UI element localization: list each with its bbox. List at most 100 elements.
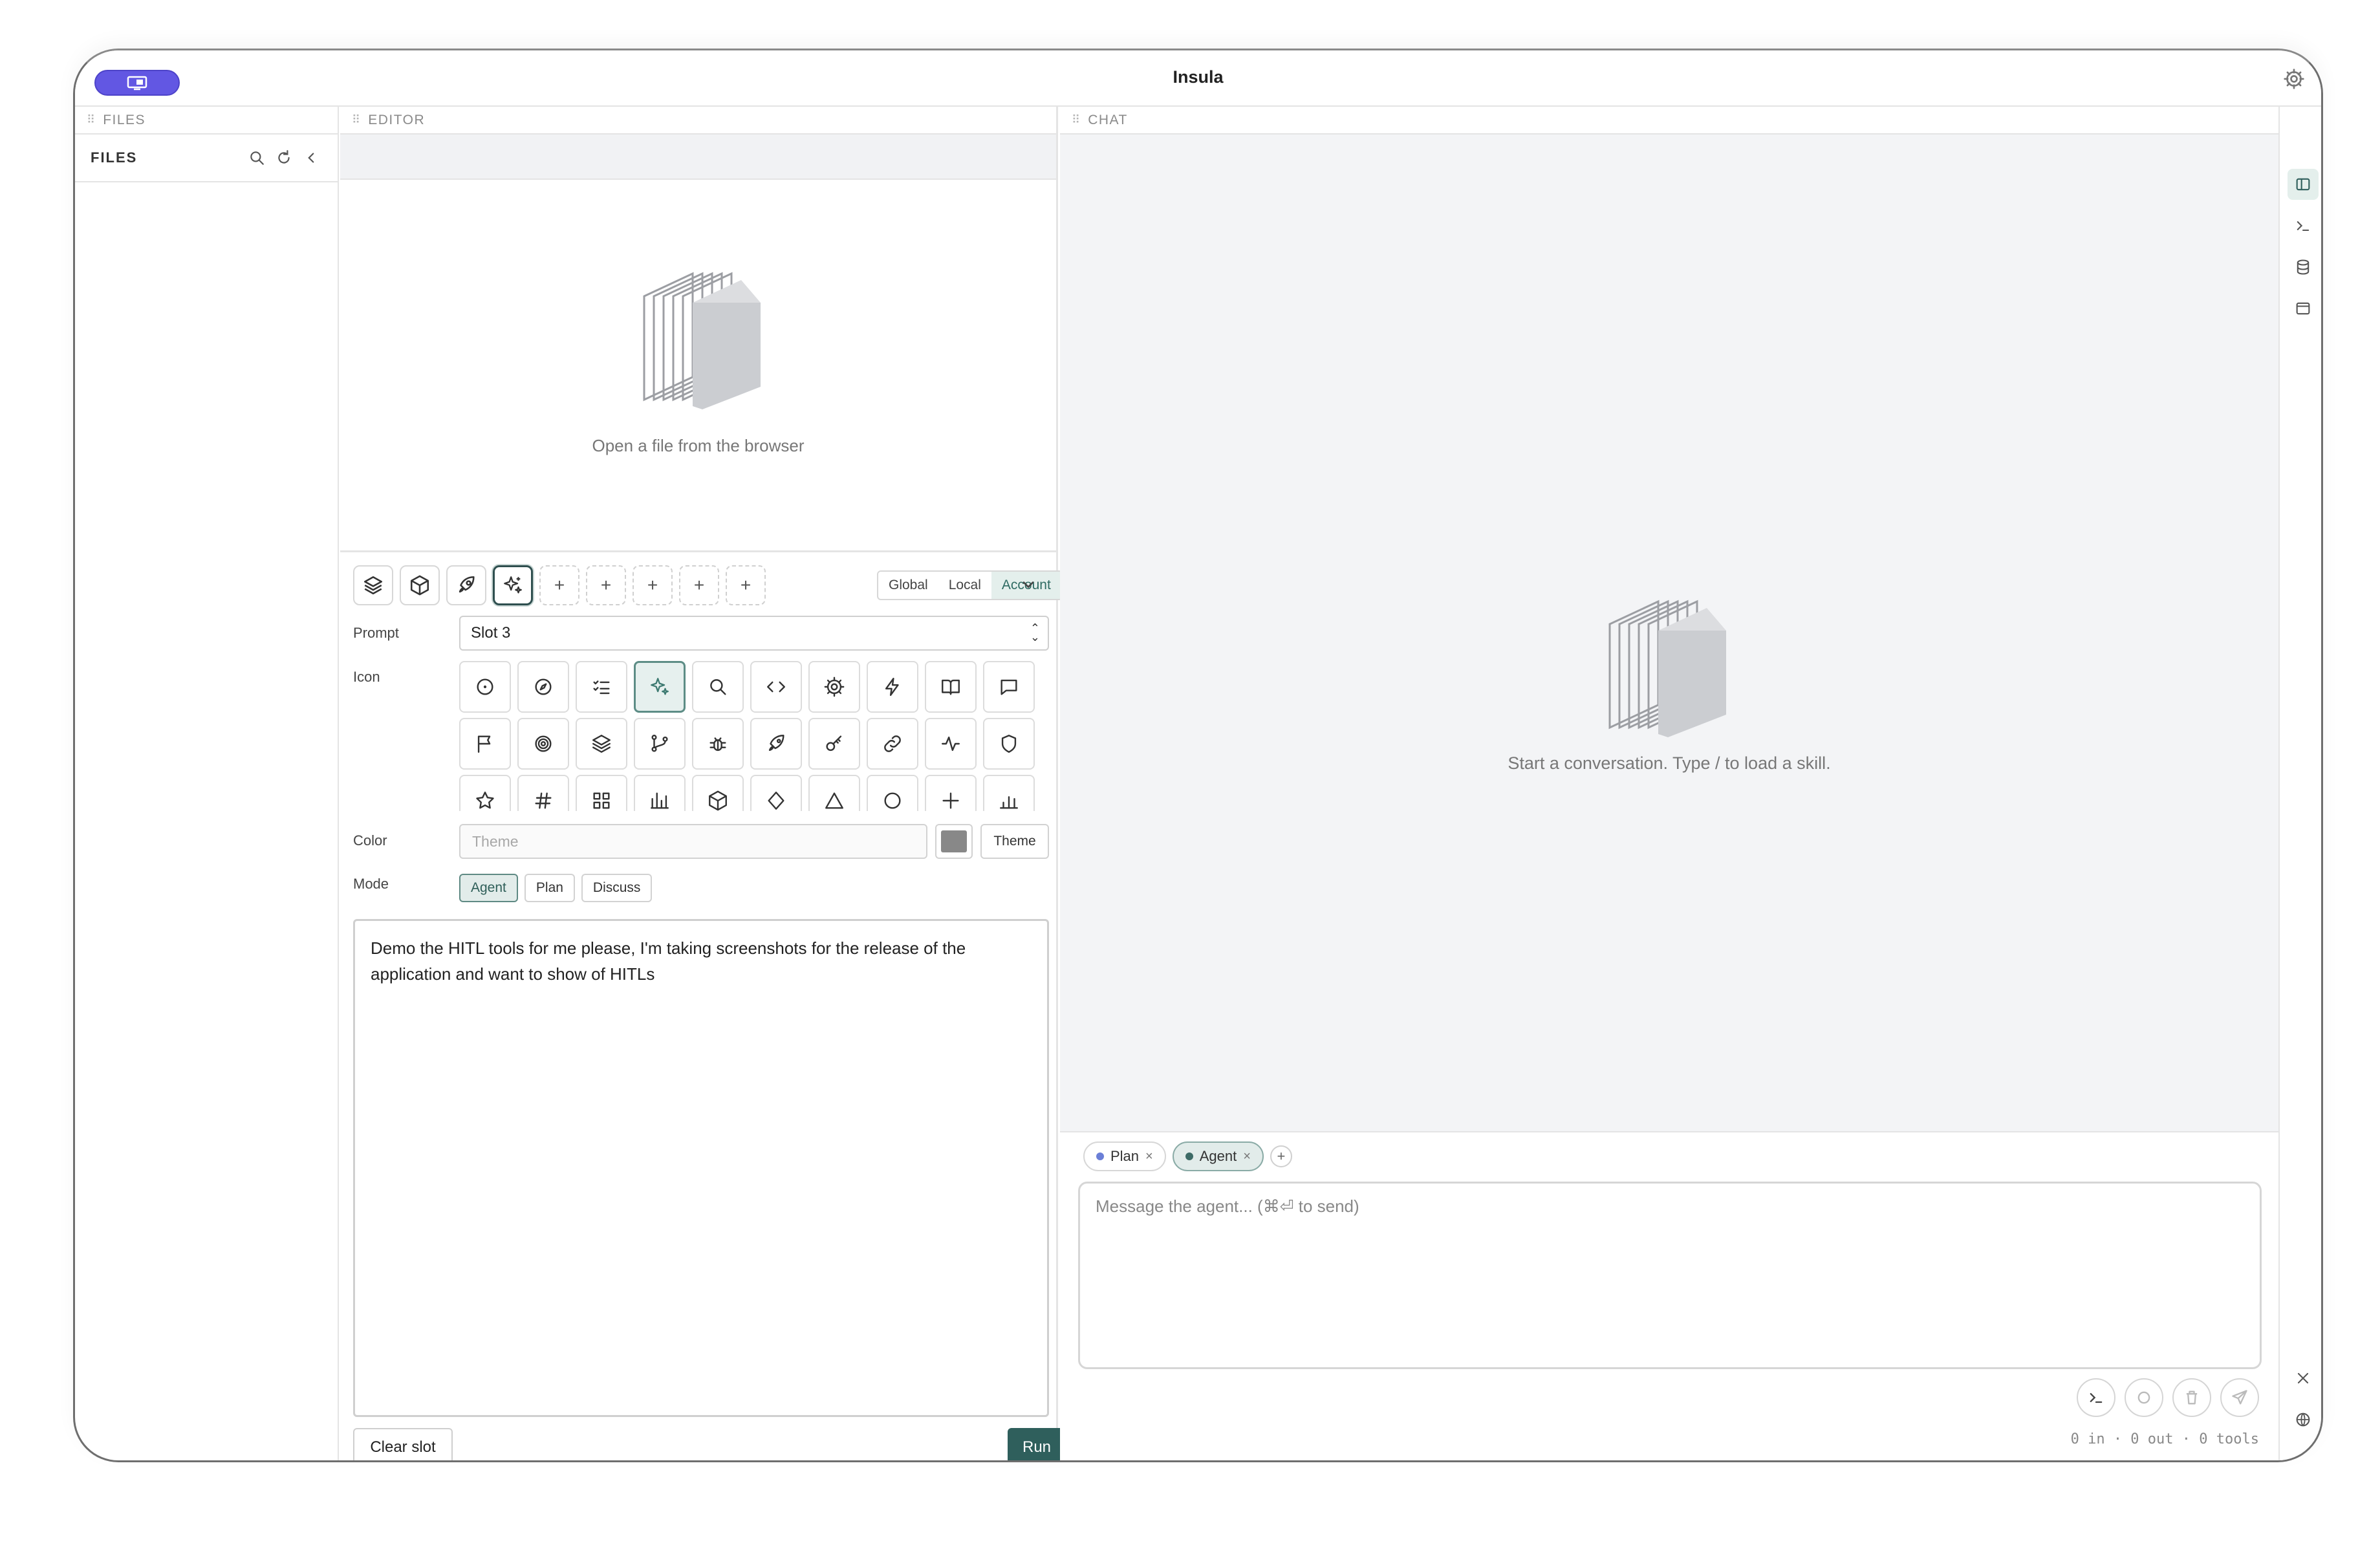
close-icon[interactable]: ×	[1243, 1149, 1251, 1164]
drag-handle-icon[interactable]: ⠿	[87, 113, 95, 127]
rail-terminal[interactable]	[2288, 210, 2319, 241]
icon-option-git-branch[interactable]	[634, 718, 686, 770]
rail-globe[interactable]	[2288, 1404, 2319, 1435]
icon-option-circle[interactable]	[867, 775, 918, 811]
search-icon[interactable]	[248, 149, 265, 166]
agent-tab-agent[interactable]: Agent ×	[1172, 1141, 1264, 1171]
list-checks-icon	[593, 680, 610, 695]
icon-option-triangle[interactable]	[808, 775, 860, 811]
icon-option-shield[interactable]	[983, 718, 1035, 770]
editor-empty-message: Open a file from the browser	[592, 436, 805, 455]
icon-option-circle-dot[interactable]	[459, 661, 511, 713]
add-slot-button[interactable]: +	[586, 565, 626, 605]
icon-option-message-square[interactable]	[983, 661, 1035, 713]
refresh-icon[interactable]	[276, 149, 292, 166]
icon-option-layers[interactable]	[576, 718, 627, 770]
triangle-icon	[825, 792, 843, 809]
icon-option-link[interactable]	[867, 718, 918, 770]
icon-option-plus[interactable]	[925, 775, 977, 811]
gear-icon	[824, 676, 845, 697]
add-agent-tab-button[interactable]: +	[1270, 1145, 1292, 1167]
color-swatch[interactable]	[935, 824, 973, 859]
scope-global[interactable]: Global	[878, 572, 938, 599]
circle-icon	[884, 792, 901, 809]
key-icon	[826, 735, 842, 752]
drag-handle-icon[interactable]: ⠿	[1072, 113, 1080, 127]
stop-button[interactable]	[2125, 1378, 2163, 1417]
icon-option-list-checks[interactable]	[576, 661, 627, 713]
close-icon[interactable]: ×	[1145, 1149, 1153, 1164]
icon-option-bug[interactable]	[692, 718, 744, 770]
icon-label: Icon	[353, 669, 380, 685]
agent-tab-plan[interactable]: Plan ×	[1083, 1141, 1166, 1171]
slot-button-4-active[interactable]	[493, 565, 533, 605]
icon-option-sparkles[interactable]	[634, 661, 686, 713]
sparkles-icon	[504, 576, 522, 594]
rail-database[interactable]	[2288, 252, 2319, 283]
rail-panel-toggle[interactable]	[2288, 169, 2319, 200]
editor-panel-header[interactable]: ⠿ EDITOR	[340, 107, 1056, 135]
rail-account[interactable]	[2288, 1445, 2319, 1460]
message-input-box[interactable]	[1078, 1182, 2262, 1369]
icon-option-hash[interactable]	[517, 775, 569, 811]
icon-option-diamond[interactable]	[750, 775, 802, 811]
icon-option-rocket[interactable]	[750, 718, 802, 770]
chat-panel: ⠿ CHAT Start a conversation. Type / to l…	[1060, 107, 2280, 1460]
files-panel-header[interactable]: ⠿ FILES	[75, 107, 338, 135]
slot-button-2[interactable]	[400, 565, 440, 605]
add-slot-button[interactable]: +	[726, 565, 766, 605]
scope-local[interactable]: Local	[938, 572, 991, 599]
run-button[interactable]: Run	[1008, 1428, 1066, 1460]
icon-option-grid[interactable]	[576, 775, 627, 811]
editor-panel: ⠿ EDITOR Open a file from the browser + …	[340, 107, 1110, 1460]
chevron-down-icon[interactable]	[1019, 576, 1037, 594]
prompt-slot-select[interactable]: Slot 3 ⌃ ⌄	[459, 616, 1049, 651]
chat-panel-header[interactable]: ⠿ CHAT	[1060, 107, 2278, 135]
icon-option-target[interactable]	[517, 718, 569, 770]
settings-gear-icon[interactable]	[2282, 67, 2306, 91]
send-button[interactable]	[2220, 1378, 2259, 1417]
prompt-textarea[interactable]: Demo the HITL tools for me please, I'm t…	[353, 919, 1049, 1417]
icon-option-star[interactable]	[459, 775, 511, 811]
mode-discuss-button[interactable]: Discuss	[581, 874, 653, 902]
rocket-icon	[768, 735, 784, 752]
icon-option-code[interactable]	[750, 661, 802, 713]
icon-option-package[interactable]	[692, 775, 744, 811]
terminal-icon	[2297, 221, 2310, 232]
collapse-chevron-icon[interactable]	[303, 149, 319, 166]
mode-plan-button[interactable]: Plan	[524, 874, 575, 902]
layers-icon	[363, 576, 383, 595]
slot-button-3[interactable]	[446, 565, 486, 605]
icon-option-key[interactable]	[808, 718, 860, 770]
message-square-icon	[1001, 679, 1017, 695]
clear-chat-button[interactable]	[2172, 1378, 2211, 1417]
rail-close[interactable]	[2288, 1363, 2319, 1394]
message-input[interactable]	[1096, 1196, 2244, 1354]
add-slot-button[interactable]: +	[679, 565, 719, 605]
mode-label: Mode	[353, 876, 389, 892]
drag-handle-icon[interactable]: ⠿	[352, 113, 360, 127]
icon-option-search[interactable]	[692, 661, 744, 713]
rail-browser[interactable]	[2288, 293, 2319, 324]
icon-option-activity[interactable]	[925, 718, 977, 770]
chart-icon	[651, 792, 669, 809]
slot-toolbar: + + + + +	[353, 565, 766, 605]
grid-icon	[593, 792, 610, 809]
terminal-button[interactable]	[2077, 1378, 2115, 1417]
icon-option-flag[interactable]	[459, 718, 511, 770]
add-slot-button[interactable]: +	[539, 565, 579, 605]
icon-option-gear[interactable]	[808, 661, 860, 713]
icon-option-chart[interactable]	[634, 775, 686, 811]
icon-option-compass[interactable]	[517, 661, 569, 713]
icon-option-bar-chart[interactable]	[983, 775, 1035, 811]
icon-option-zap[interactable]	[867, 661, 918, 713]
clear-slot-button[interactable]: Clear slot	[353, 1428, 453, 1460]
slot-button-1[interactable]	[353, 565, 393, 605]
icon-option-book-open[interactable]	[925, 661, 977, 713]
agent-tab-label: Plan	[1110, 1148, 1140, 1164]
theme-button[interactable]: Theme	[980, 824, 1049, 859]
add-slot-button[interactable]: +	[633, 565, 673, 605]
zap-icon	[885, 678, 899, 696]
mode-agent-button[interactable]: Agent	[459, 874, 518, 902]
color-input[interactable]: Theme	[459, 824, 927, 859]
